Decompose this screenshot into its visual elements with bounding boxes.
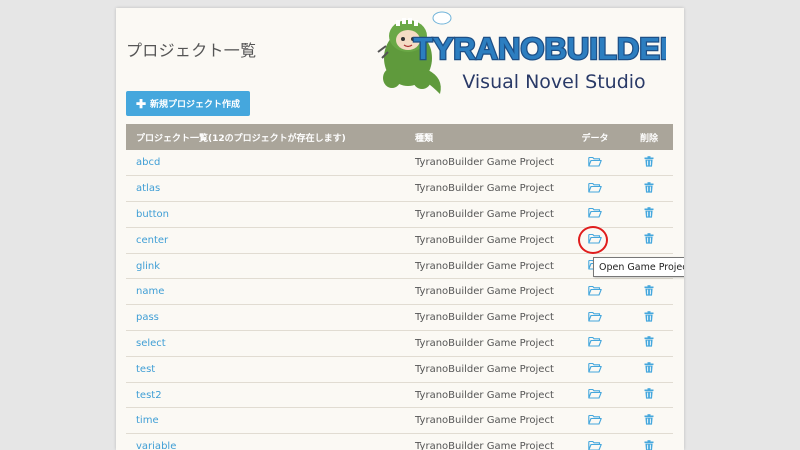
project-type: TyranoBuilder Game Project	[415, 234, 554, 246]
table-row: test2 TyranoBuilder Game Project	[126, 382, 673, 408]
trash-icon[interactable]	[644, 207, 654, 221]
project-type: TyranoBuilder Game Project	[415, 286, 554, 298]
project-type: TyranoBuilder Game Project	[415, 260, 554, 272]
table-row: test TyranoBuilder Game Project	[126, 356, 673, 383]
new-project-button[interactable]: ✚ 新規プロジェクト作成	[126, 91, 250, 116]
plus-icon: ✚	[135, 96, 147, 111]
table-row: name TyranoBuilder Game Project	[126, 279, 673, 305]
highlight-circle	[578, 226, 608, 254]
project-name-link[interactable]: abcd	[136, 157, 160, 168]
table-row: abcd TyranoBuilder Game Project	[126, 150, 673, 176]
table-row: variable TyranoBuilder Game Project	[126, 434, 673, 450]
header-type: 種類	[415, 133, 434, 144]
folder-open-icon[interactable]	[588, 285, 602, 299]
trash-icon[interactable]	[644, 414, 654, 428]
project-type: TyranoBuilder Game Project	[415, 363, 554, 375]
project-type: TyranoBuilder Game Project	[415, 415, 554, 427]
project-name-link[interactable]: test	[136, 364, 155, 375]
table-header-row: プロジェクト一覧(12のプロジェクトが存在します) 種類 データ 削除	[126, 124, 673, 150]
project-name-link[interactable]: variable	[136, 441, 176, 450]
project-list-panel: プロジェクト一覧 TYRANOBUILDER Visual Novel Stud…	[116, 8, 684, 450]
header-project-list: プロジェクト一覧(12のプロジェクトが存在します)	[136, 133, 346, 144]
project-name-link[interactable]: button	[136, 209, 169, 220]
project-type: TyranoBuilder Game Project	[415, 312, 554, 324]
trash-icon[interactable]	[644, 439, 654, 450]
table-row: button TyranoBuilder Game Project	[126, 202, 673, 228]
folder-open-icon[interactable]	[588, 362, 602, 376]
table-row: pass TyranoBuilder Game Project	[126, 305, 673, 331]
trash-icon[interactable]	[644, 155, 654, 170]
folder-open-icon[interactable]	[588, 440, 602, 450]
table-row: time TyranoBuilder Game Project	[126, 408, 673, 434]
project-type: TyranoBuilder Game Project	[415, 208, 554, 220]
new-project-button-label: 新規プロジェクト作成	[150, 99, 241, 109]
project-name-link[interactable]: glink	[136, 261, 160, 272]
folder-open-icon[interactable]	[588, 388, 602, 402]
svg-text:TYRANOBUILDER: TYRANOBUILDER	[414, 31, 666, 66]
project-name-link[interactable]: name	[136, 286, 164, 297]
project-name-link[interactable]: center	[136, 235, 168, 246]
project-name-link[interactable]: atlas	[136, 183, 160, 194]
folder-open-icon[interactable]	[588, 414, 602, 428]
project-name-link[interactable]: test2	[136, 390, 162, 401]
trash-icon[interactable]	[644, 233, 654, 247]
trash-icon[interactable]	[644, 336, 654, 350]
table-row: atlas TyranoBuilder Game Project	[126, 176, 673, 202]
tooltip: Open Game Project Folder	[593, 257, 684, 277]
project-name-link[interactable]: time	[136, 415, 159, 426]
project-type: TyranoBuilder Game Project	[415, 337, 554, 349]
project-type: TyranoBuilder Game Project	[415, 183, 554, 195]
folder-open-icon[interactable]	[588, 311, 602, 325]
trash-icon[interactable]	[644, 388, 654, 402]
folder-open-icon[interactable]	[588, 156, 602, 170]
svg-text:Visual Novel Studio: Visual Novel Studio	[462, 71, 645, 93]
header-data: データ	[581, 133, 609, 144]
project-type: TyranoBuilder Game Project	[415, 389, 554, 401]
trash-icon[interactable]	[644, 285, 654, 299]
trash-icon[interactable]	[644, 181, 654, 196]
folder-open-icon[interactable]	[588, 182, 602, 196]
project-rows: abcd TyranoBuilder Game Project atlas Ty…	[126, 150, 673, 450]
project-table: プロジェクト一覧(12のプロジェクトが存在します) 種類 データ 削除 abcd…	[126, 124, 673, 450]
folder-open-icon[interactable]	[588, 207, 602, 221]
page-title: プロジェクト一覧	[126, 41, 257, 60]
tyranobuilder-logo: TYRANOBUILDER Visual Novel Studio	[377, 11, 666, 94]
table-row: glink TyranoBuilder Game Project	[126, 253, 673, 279]
header-delete: 削除	[639, 133, 658, 144]
project-name-link[interactable]: pass	[136, 312, 159, 323]
trash-icon[interactable]	[644, 362, 654, 376]
trash-icon[interactable]	[644, 310, 654, 325]
project-name-link[interactable]: select	[136, 338, 166, 349]
project-type: TyranoBuilder Game Project	[415, 441, 554, 450]
table-row: select TyranoBuilder Game Project	[126, 331, 673, 357]
project-type: TyranoBuilder Game Project	[415, 157, 554, 169]
folder-open-icon[interactable]	[588, 336, 602, 350]
